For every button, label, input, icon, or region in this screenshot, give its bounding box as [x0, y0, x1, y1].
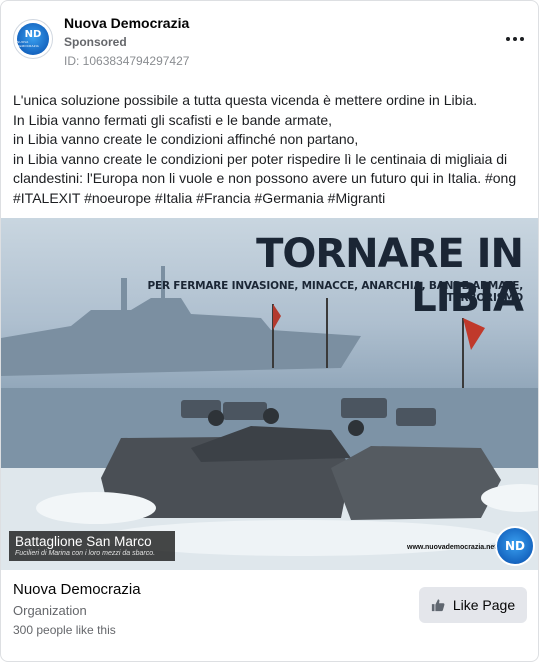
logo-badge-icon: ND [495, 526, 535, 566]
ad-id: ID: 1063834794297427 [64, 54, 190, 68]
more-icon [506, 37, 510, 41]
footer-page-name[interactable]: Nuova Democrazia [13, 581, 141, 598]
post-line: In Libia vanno fermati gli scafisti e le… [13, 111, 333, 128]
image-caption: Battaglione San Marco Fucilieri di Marin… [9, 531, 175, 561]
caption-title: Battaglione San Marco [15, 534, 152, 549]
page-avatar[interactable]: ND NUOVA DEMOCRAZIA [13, 19, 53, 59]
thumbs-up-icon [431, 599, 445, 612]
like-page-label: Like Page [452, 597, 516, 613]
ad-image[interactable]: TORNARE IN LIBIA PER FERMARE INVASIONE, … [1, 218, 538, 570]
like-page-button[interactable]: Like Page [419, 587, 527, 623]
logo-icon: ND NUOVA DEMOCRAZIA [17, 23, 49, 55]
image-subline: PER FERMARE INVASIONE, MINACCE, ANARCHIA… [147, 280, 523, 304]
post-line: in Libia vanno create le condizioni per … [13, 150, 508, 167]
post-line: in Libia vanno create le condizioni affi… [13, 131, 359, 147]
post-line: L'unica soluzione possibile a tutta ques… [13, 92, 478, 108]
page-name-link[interactable]: Nuova Democrazia [64, 15, 189, 31]
website-label: www.nuovademocrazia.net [407, 544, 497, 551]
caption-subtitle: Fucilieri di Marina con i loro mezzi da … [15, 550, 156, 557]
post-line: clandestini: l'Europa non li vuole e non… [13, 170, 517, 186]
post-text: L'unica soluzione possibile a tutta ques… [13, 91, 529, 208]
ad-card: ND NUOVA DEMOCRAZIA Nuova Democrazia Spo… [0, 0, 539, 662]
post-line: #ITALEXIT #noeurope #Italia #Francia #Ge… [13, 189, 386, 206]
footer-like-count: 300 people like this [13, 623, 116, 637]
post-header: ND NUOVA DEMOCRAZIA Nuova Democrazia Spo… [13, 13, 527, 73]
more-options-button[interactable] [503, 29, 527, 49]
image-headline: TORNARE IN LIBIA [256, 231, 524, 321]
sponsored-label: Sponsored [64, 35, 127, 49]
footer-category: Organization [13, 603, 87, 618]
